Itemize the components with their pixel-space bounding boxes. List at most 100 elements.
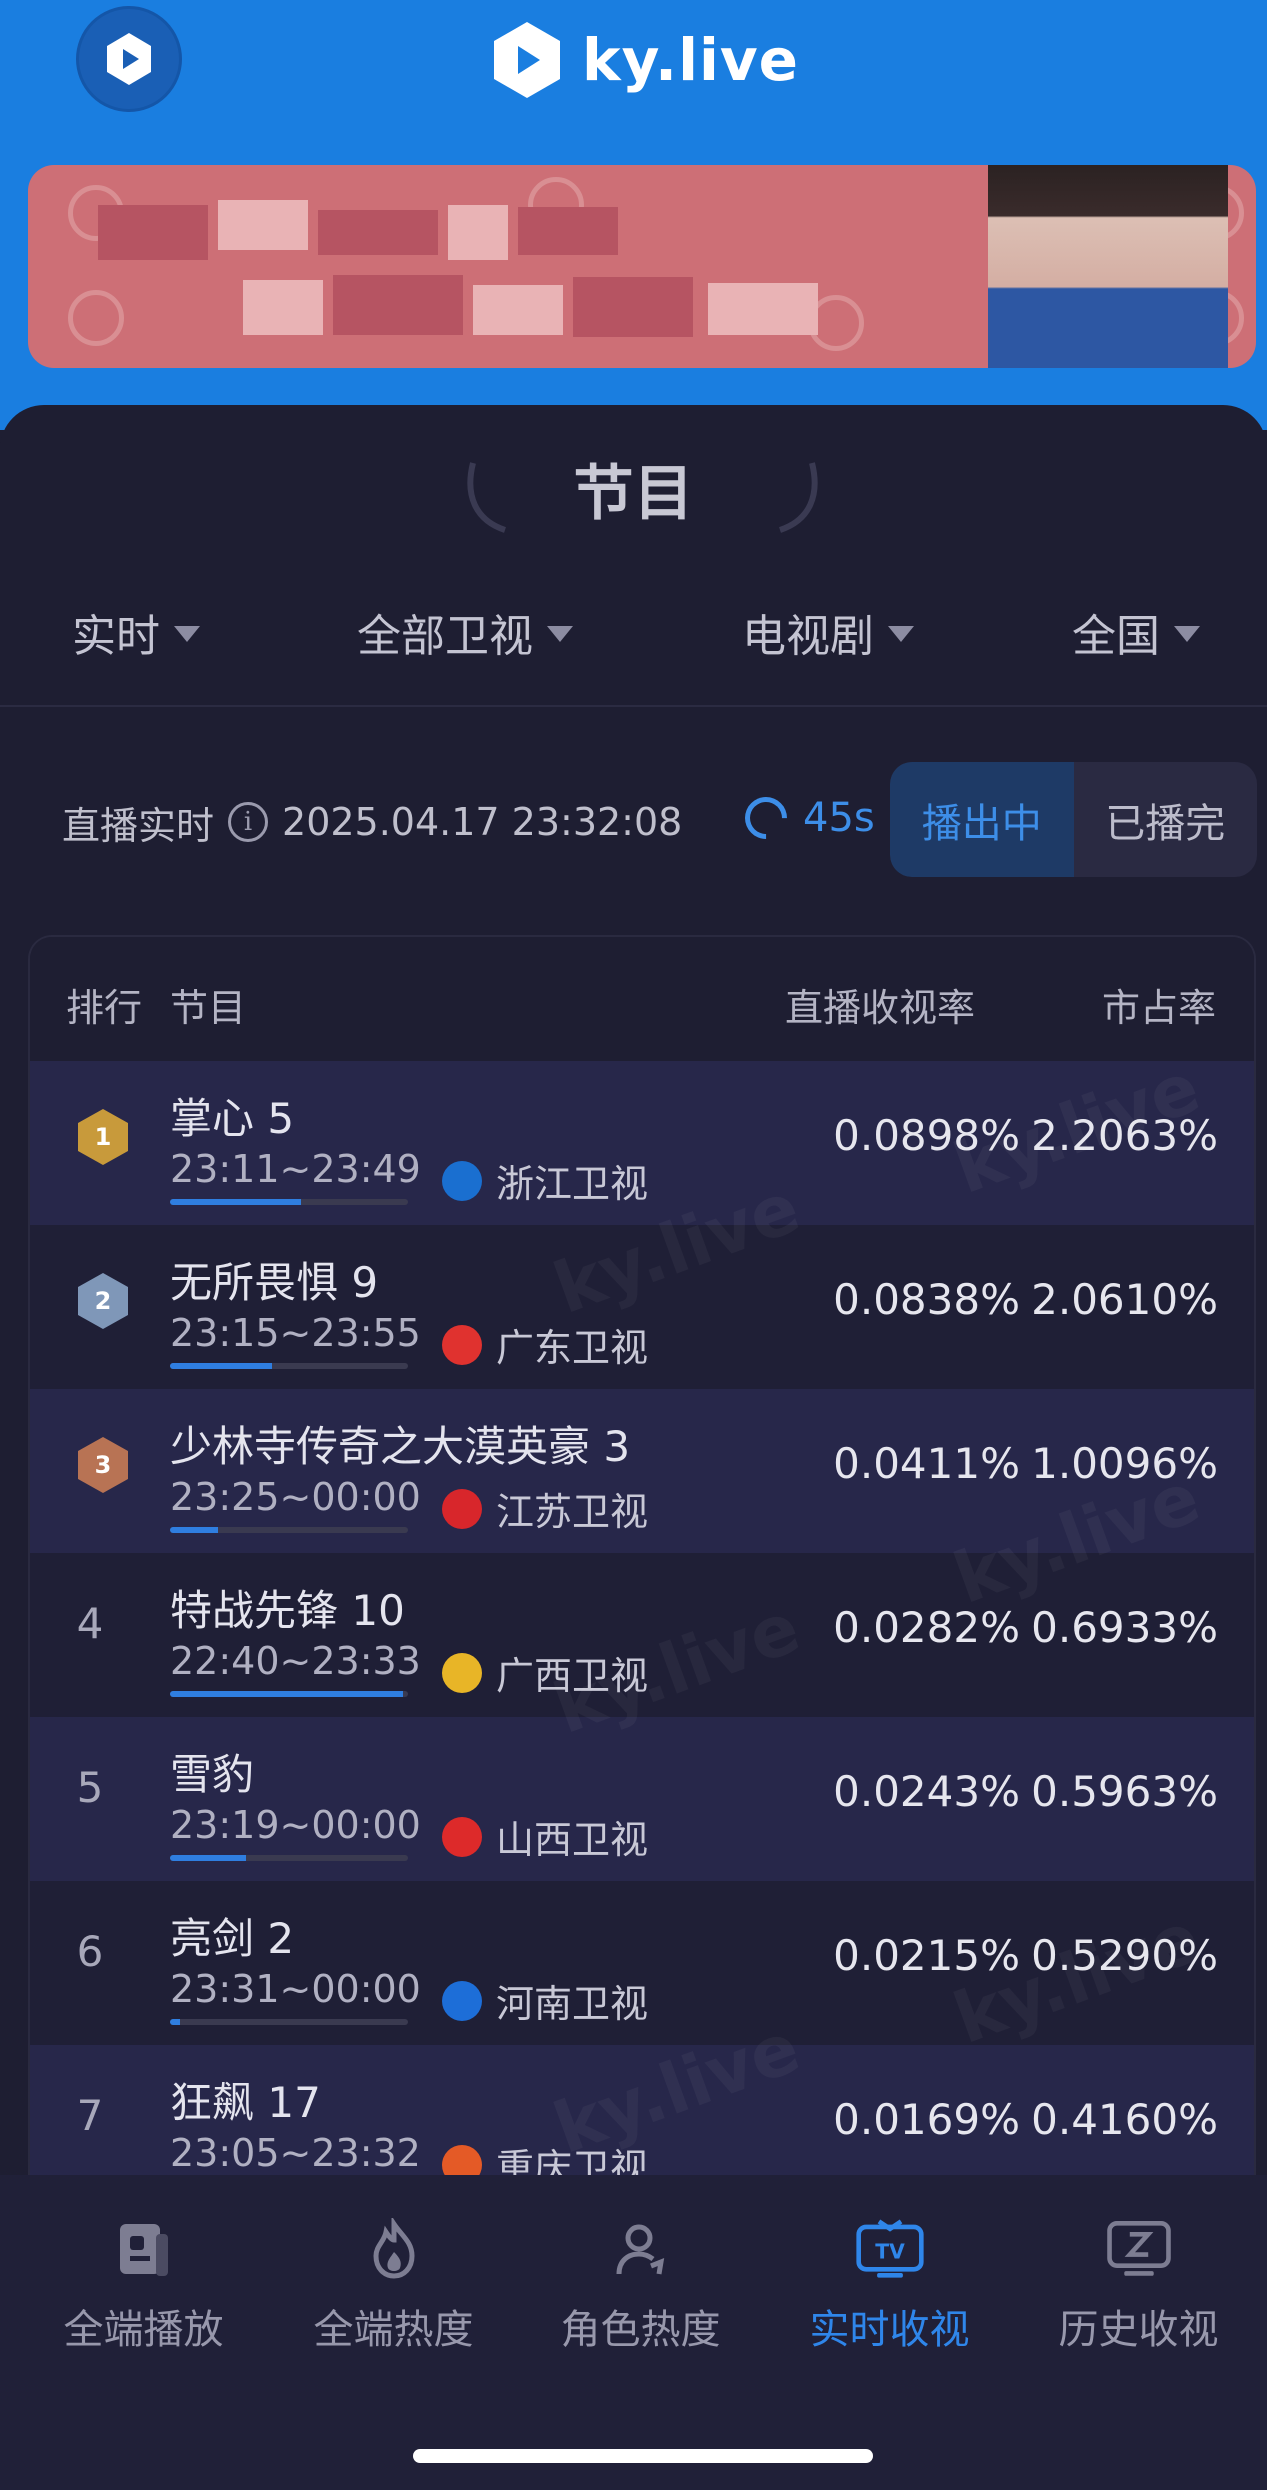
- program-time: 23:25~00:00: [170, 1475, 421, 1519]
- program-time: 23:19~00:00: [170, 1803, 421, 1847]
- home-indicator[interactable]: [413, 2449, 873, 2463]
- top-bar: ky.live: [0, 0, 1267, 430]
- channel: 河南卫视: [442, 1973, 648, 2028]
- header-rating[interactable]: 直播收视率: [785, 977, 975, 1032]
- banner-decor: [68, 290, 124, 346]
- channel-name: 山西卫视: [496, 1818, 649, 1862]
- banner-pixel: [708, 283, 818, 335]
- table-row[interactable]: 4 特战先锋 10 22:40~23:33 广西卫视 0.0282% 0.6933%: [30, 1553, 1254, 1717]
- channel-name: 河南卫视: [496, 1982, 649, 2026]
- filter-genre[interactable]: 电视剧: [742, 600, 914, 664]
- market-share: 0.5290%: [1031, 1931, 1218, 1980]
- bottom-tab-bar: 全端播放 全端热度 角色热度 TV 实时收视 历史收视: [0, 2175, 1267, 2490]
- tab-history-rating[interactable]: 历史收视: [1012, 2215, 1265, 2355]
- market-share: 1.0096%: [1031, 1439, 1218, 1488]
- filter-channel[interactable]: 全部卫视: [357, 600, 573, 664]
- progress-fill: [170, 1527, 218, 1533]
- promo-banner[interactable]: [28, 165, 1256, 368]
- channel-name: 广西卫视: [496, 1654, 649, 1698]
- channel: 浙江卫视: [442, 1153, 648, 1208]
- program-name: 亮剑 2: [170, 1914, 295, 1963]
- market-share: 0.6933%: [1031, 1603, 1218, 1652]
- live-rating: 0.0411%: [833, 1439, 1020, 1488]
- rank-number: 6: [76, 1927, 104, 1976]
- filter-region[interactable]: 全国: [1072, 600, 1200, 664]
- channel-logo-icon: [442, 1980, 482, 2021]
- status-label: 直播实时: [62, 803, 215, 848]
- refresh-icon: [736, 788, 796, 848]
- header-rank: 排行: [66, 986, 143, 1030]
- program-progress-bar: [170, 1363, 408, 1369]
- channel-logo-icon: [442, 1816, 482, 1857]
- channel-name: 重庆卫视: [496, 2146, 649, 2175]
- channel: 广东卫视: [442, 1317, 648, 1372]
- tab-all-heat[interactable]: 全端热度: [267, 2215, 520, 2355]
- rank-medal-icon: 2: [78, 1273, 128, 1329]
- program-time: 23:15~23:55: [170, 1311, 421, 1355]
- brand-name: ky.live: [582, 26, 799, 94]
- program-progress-bar: [170, 1691, 408, 1697]
- flame-icon: [359, 2215, 429, 2285]
- filter-label: 实时: [72, 611, 160, 662]
- table-row[interactable]: 1 掌心 5 23:11~23:49 浙江卫视 0.0898% 2.2063%: [30, 1061, 1254, 1225]
- svg-text:TV: TV: [875, 2239, 905, 2263]
- market-share: 0.4160%: [1031, 2095, 1218, 2144]
- banner-pixel: [333, 275, 463, 335]
- table-row[interactable]: 3 少林寺传奇之大漠英豪 3 23:25~00:00 江苏卫视 0.0411% 1.009…: [30, 1389, 1254, 1553]
- program-name: 雪豹: [170, 1750, 255, 1799]
- banner-pixel: [518, 207, 618, 255]
- program-time: 23:05~23:32: [170, 2131, 421, 2175]
- rank-number: 3: [94, 1451, 112, 1479]
- tab-label: 历史收视: [1058, 2307, 1219, 2353]
- program-name: 无所畏惧 9: [170, 1258, 379, 1307]
- filter-bar: 实时 全部卫视 电视剧 全国: [0, 600, 1267, 680]
- progress-fill: [170, 1199, 301, 1205]
- progress-fill: [170, 1691, 404, 1697]
- channel-name: 江苏卫视: [496, 1490, 649, 1534]
- rank-number: 5: [76, 1763, 104, 1812]
- program-name: 掌心 5: [170, 1094, 295, 1143]
- channel-name: 广东卫视: [496, 1326, 649, 1370]
- section-title: 节目: [573, 459, 694, 529]
- channel-logo-icon: [442, 1160, 482, 1201]
- market-share: 0.5963%: [1031, 1767, 1218, 1816]
- channel-logo-icon: [442, 1652, 482, 1693]
- header-share[interactable]: 市占率: [1102, 977, 1216, 1032]
- table-row[interactable]: 7 狂飙 17 23:05~23:32 重庆卫视 0.0169% 0.4160%: [30, 2045, 1254, 2175]
- filter-time[interactable]: 实时: [72, 600, 200, 664]
- table-row[interactable]: 2 无所畏惧 9 23:15~23:55 广东卫视 0.0838% 2.0610%: [30, 1225, 1254, 1389]
- info-icon[interactable]: i: [228, 802, 269, 842]
- banner-pixel: [218, 200, 308, 250]
- table-row[interactable]: 5 雪豹 23:19~00:00 山西卫视 0.0243% 0.5963%: [30, 1717, 1254, 1881]
- tab-all-playback[interactable]: 全端播放: [17, 2215, 270, 2355]
- status-timestamp: 2025.04.17 23:32:08: [282, 800, 683, 844]
- table-row[interactable]: 6 亮剑 2 23:31~00:00 河南卫视 0.0215% 0.5290%: [30, 1881, 1254, 2045]
- live-rating: 0.0898%: [833, 1111, 1020, 1160]
- channel: 山西卫视: [442, 1809, 648, 1864]
- divider: [0, 705, 1267, 707]
- channel: 江苏卫视: [442, 1481, 648, 1536]
- refresh-timer[interactable]: 45s: [736, 788, 875, 848]
- market-share: 2.2063%: [1031, 1111, 1218, 1160]
- toggle-live-button[interactable]: 播出中: [890, 762, 1074, 877]
- market-share: 2.0610%: [1031, 1275, 1218, 1324]
- channel: 广西卫视: [442, 1645, 648, 1700]
- tab-label: 角色热度: [560, 2307, 721, 2353]
- banner-pixel: [318, 210, 438, 255]
- program-time: 23:11~23:49: [170, 1147, 421, 1191]
- tab-label: 实时收视: [809, 2307, 970, 2353]
- tab-label: 全端播放: [63, 2307, 224, 2353]
- toggle-finished-button[interactable]: 已播完: [1074, 762, 1258, 877]
- tab-character-heat[interactable]: 角色热度: [514, 2215, 767, 2355]
- tab-realtime-rating[interactable]: TV 实时收视: [763, 2215, 1016, 2355]
- tab-label: 全端热度: [313, 2307, 474, 2353]
- live-rating: 0.0215%: [833, 1931, 1020, 1980]
- live-rating: 0.0282%: [833, 1603, 1020, 1652]
- tv-icon: TV: [855, 2215, 925, 2285]
- program-name: 特战先锋 10: [170, 1586, 405, 1635]
- rank-number: 4: [76, 1599, 104, 1648]
- header-program: 节目: [170, 986, 247, 1030]
- progress-fill: [170, 1363, 273, 1369]
- app-logo-icon[interactable]: [76, 6, 182, 112]
- filter-label: 电视剧: [742, 611, 874, 662]
